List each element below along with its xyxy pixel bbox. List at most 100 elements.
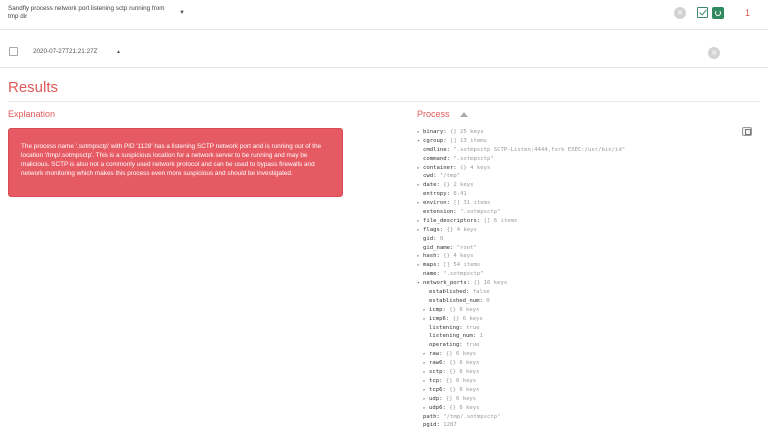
tree-key: cwd:: [423, 173, 437, 180]
tree-row[interactable]: ▾ network_ports: {} 16 keys: [417, 279, 747, 288]
explanation-box: The process name '.sotmpsctp' with PID '…: [8, 128, 343, 197]
results-title: Results: [8, 79, 59, 96]
tree-row: operating: true: [417, 341, 747, 350]
tree-value: ".sotmpsctp": [443, 271, 484, 278]
alert-row: 2020-07-27T21:21:27Z ▲ ✕: [0, 38, 768, 68]
tree-key: listening_num:: [429, 333, 477, 340]
explanation-title: Explanation: [8, 109, 56, 119]
tree-row[interactable]: ▸ raw: {} 6 keys: [417, 350, 747, 359]
tree-key: file_descriptors:: [423, 217, 481, 224]
tree-value: {} 16 keys: [473, 280, 508, 287]
tree-row[interactable]: ▸ file_descriptors: [] 6 items: [417, 217, 747, 226]
tree-row: cwd: "/tmp": [417, 172, 747, 181]
tree-value: {} 4 keys: [443, 253, 474, 260]
tree-key: flags:: [423, 226, 444, 233]
tree-value: ".sotmpsctp": [460, 209, 501, 216]
tree-key: sctp:: [429, 369, 446, 376]
tree-row: established_num: 0: [417, 297, 747, 306]
tree-row: cmdline: ".sotmpsctp SCTP-Listen:4444,fo…: [417, 146, 747, 155]
tree-key: hash:: [423, 253, 440, 260]
tree-value: {} 4 keys: [460, 164, 491, 171]
tree-row[interactable]: ▸ container: {} 4 keys: [417, 164, 747, 173]
tree-value: 1: [479, 333, 483, 340]
tree-value: {} 6 keys: [445, 377, 477, 384]
tree-value: {} 6 keys: [449, 360, 480, 367]
tree-key: date:: [423, 182, 440, 189]
acknowledge-close-icon[interactable]: ✕: [674, 7, 686, 19]
whitelist-edit-icon[interactable]: [697, 7, 708, 18]
tree-value: {} 4 keys: [446, 226, 477, 233]
tree-key: pgid:: [423, 422, 440, 429]
tree-row[interactable]: ▸ hash: {} 4 keys: [417, 252, 747, 261]
tree-key: operating:: [429, 342, 463, 349]
tree-value: {} 6 keys: [452, 315, 483, 322]
alert-count: 1: [745, 8, 751, 18]
tree-row[interactable]: ▸ flags: {} 4 keys: [417, 226, 747, 235]
tree-row[interactable]: ▸ environ: [] 31 items: [417, 199, 747, 208]
tree-value: {} 6 keys: [445, 395, 477, 402]
tree-row: listening: true: [417, 324, 747, 333]
tree-key: icmp6:: [429, 315, 450, 322]
tree-key: udp:: [429, 395, 443, 402]
tree-row[interactable]: ▸ udp6: {} 6 keys: [417, 404, 747, 413]
tree-value: {} 25 keys: [449, 129, 484, 135]
tree-row[interactable]: ▸ icmp6: {} 6 keys: [417, 315, 747, 324]
refresh-icon[interactable]: [712, 7, 724, 19]
collapse-caret-icon[interactable]: [460, 112, 468, 117]
tree-value: [] 31 items: [453, 200, 491, 207]
tree-value: 0: [486, 297, 490, 304]
tree-key: tcp:: [429, 377, 443, 384]
tree-key: listening:: [429, 324, 463, 331]
tree-row[interactable]: ▸ tcp: {} 6 keys: [417, 377, 747, 386]
tree-key: raw:: [429, 351, 443, 358]
tree-key: tcp6:: [429, 386, 446, 393]
caret-up-icon[interactable]: ▲: [116, 49, 121, 55]
divider: [8, 101, 760, 102]
tree-row: established: false: [417, 288, 747, 297]
tree-row[interactable]: ▸ udp: {} 6 keys: [417, 395, 747, 404]
tree-key: maps:: [423, 262, 440, 269]
tree-value: {} 6 keys: [445, 351, 477, 358]
tree-key: network_ports:: [423, 280, 471, 287]
tree-key: established_num:: [429, 297, 483, 304]
tree-row: listening_num: 1: [417, 332, 747, 341]
tree-row[interactable]: ▸ binary: {} 25 keys: [417, 128, 747, 137]
tree-key: name:: [423, 271, 440, 278]
tree-row: entropy: 6.41: [417, 190, 747, 199]
tree-value: {} 2 keys: [443, 182, 474, 189]
tree-key: udp6:: [429, 404, 446, 411]
tree-key: binary:: [423, 129, 447, 135]
tree-value: ".sotmpsctp": [453, 155, 494, 162]
tree-row: extension: ".sotmpsctp": [417, 208, 747, 217]
process-json-tree: ▸ binary: {} 25 keys ▾ cgroup: [] 13 items c…: [417, 128, 747, 430]
tree-row[interactable]: ▸ tcp6: {} 6 keys: [417, 386, 747, 395]
tree-key: cmdline:: [423, 146, 450, 153]
tree-value: {} 6 keys: [449, 369, 480, 376]
tree-value: 6.41: [453, 191, 467, 198]
tree-key: command:: [423, 155, 450, 162]
close-circle-icon[interactable]: ✕: [708, 47, 720, 59]
tree-row[interactable]: ▸ maps: [] 54 items: [417, 261, 747, 270]
tree-key: extension:: [423, 209, 457, 216]
tree-row[interactable]: ▾ cgroup: [] 13 items: [417, 137, 747, 146]
tree-key: gid_name:: [423, 244, 454, 251]
tree-value: [] 13 items: [449, 137, 487, 144]
timestamp: 2020-07-27T21:21:27Z: [33, 48, 98, 55]
alert-title: Sandfly process network port listening s…: [8, 5, 165, 20]
tree-value: "root": [456, 244, 477, 251]
caret-down-icon[interactable]: ▼: [179, 10, 185, 16]
tree-value: true: [466, 342, 480, 349]
tree-key: environ:: [423, 200, 450, 207]
tree-value: true: [466, 324, 480, 331]
tree-value: [] 54 items: [443, 262, 481, 269]
tree-value: {} 6 keys: [449, 404, 480, 411]
row-checkbox[interactable]: [9, 47, 18, 56]
tree-row[interactable]: ▸ sctp: {} 6 keys: [417, 368, 747, 377]
tree-row: gid_name: "root": [417, 244, 747, 253]
tree-row[interactable]: ▸ raw6: {} 6 keys: [417, 359, 747, 368]
tree-row[interactable]: ▸ icmp: {} 6 keys: [417, 306, 747, 315]
tree-value: {} 6 keys: [449, 306, 480, 313]
tree-row[interactable]: ▸ date: {} 2 keys: [417, 181, 747, 190]
tree-key: gid:: [423, 235, 437, 242]
tree-value: false: [472, 289, 490, 296]
